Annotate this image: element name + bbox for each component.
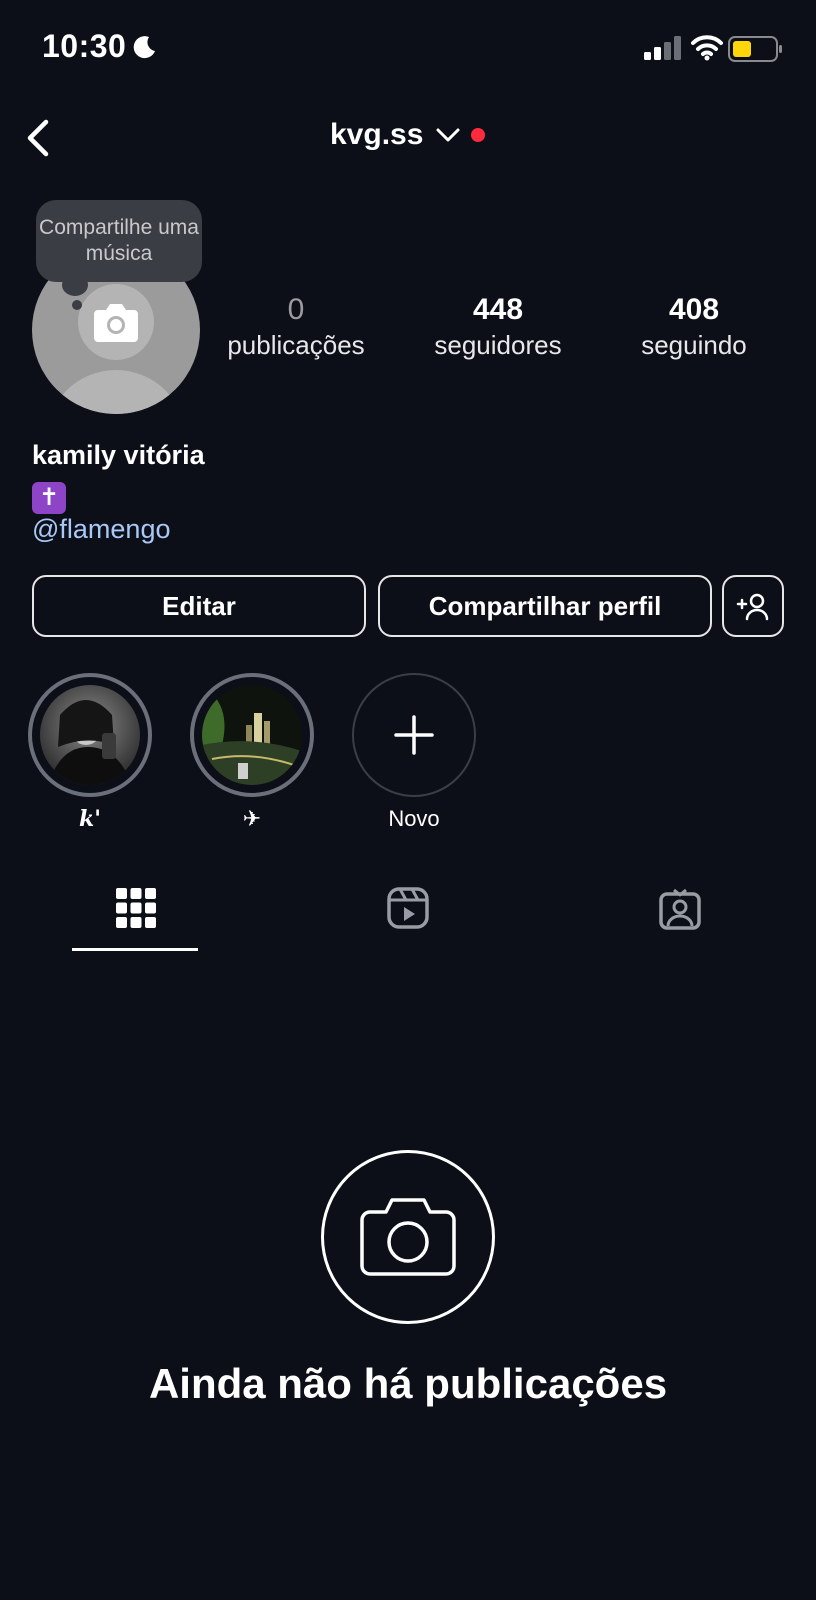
tooltip-tail-dot <box>72 300 82 310</box>
bio-cross-emoji: ✝ <box>32 482 66 514</box>
wifi-icon <box>691 35 723 61</box>
status-time: 10:30 <box>42 28 127 64</box>
highlight-label: Novo <box>388 806 440 831</box>
battery-icon <box>728 36 782 62</box>
notification-dot <box>471 128 486 142</box>
share-music-tooltip[interactable]: Compartilhe uma música <box>36 200 202 282</box>
plus-icon <box>394 715 434 755</box>
highlight-label: ✈ <box>242 806 262 831</box>
active-tab-indicator <box>72 948 198 951</box>
edit-profile-button[interactable]: Editar <box>32 575 366 637</box>
highlight-item[interactable] <box>190 673 314 797</box>
camera-icon <box>360 1198 456 1276</box>
bio-mention-link[interactable]: @flamengo <box>32 514 170 545</box>
stat-posts[interactable]: 0 publicações <box>214 292 378 362</box>
tooltip-tail <box>62 274 88 296</box>
posts-count: 0 <box>287 293 305 326</box>
account-switcher[interactable]: kvg.ss <box>330 118 486 152</box>
highlight-cover-portrait <box>40 685 140 785</box>
username: kvg.ss <box>330 118 424 151</box>
empty-state-title: Ainda não há publicações <box>148 1360 668 1407</box>
back-arrow-icon[interactable] <box>22 114 62 162</box>
stat-followers[interactable]: 448 seguidores <box>416 292 580 362</box>
new-highlight-button[interactable] <box>352 673 476 797</box>
tagged-tab-icon[interactable] <box>658 886 702 930</box>
followers-count: 448 <box>472 293 524 326</box>
reels-tab-icon[interactable] <box>386 886 430 930</box>
grid-tab-icon[interactable] <box>114 886 158 930</box>
add-person-icon <box>736 593 769 621</box>
share-profile-button[interactable]: Compartilhar perfil <box>378 575 712 637</box>
highlight-item[interactable] <box>28 673 152 797</box>
highlight-label: 𝒌' <box>79 806 101 832</box>
discover-people-button[interactable] <box>722 575 784 637</box>
followers-label: seguidores <box>434 330 562 360</box>
highlight-cover-city-night <box>202 685 302 785</box>
following-label: seguindo <box>641 330 747 360</box>
following-count: 408 <box>668 293 720 326</box>
cellular-signal-icon <box>644 36 681 60</box>
camera-icon <box>94 304 138 342</box>
posts-label: publicações <box>227 330 365 360</box>
moon-icon <box>133 36 155 59</box>
chevron-down-icon <box>436 128 460 142</box>
full-name: kamily vitória <box>32 440 205 470</box>
stat-following[interactable]: 408 seguindo <box>612 292 776 362</box>
